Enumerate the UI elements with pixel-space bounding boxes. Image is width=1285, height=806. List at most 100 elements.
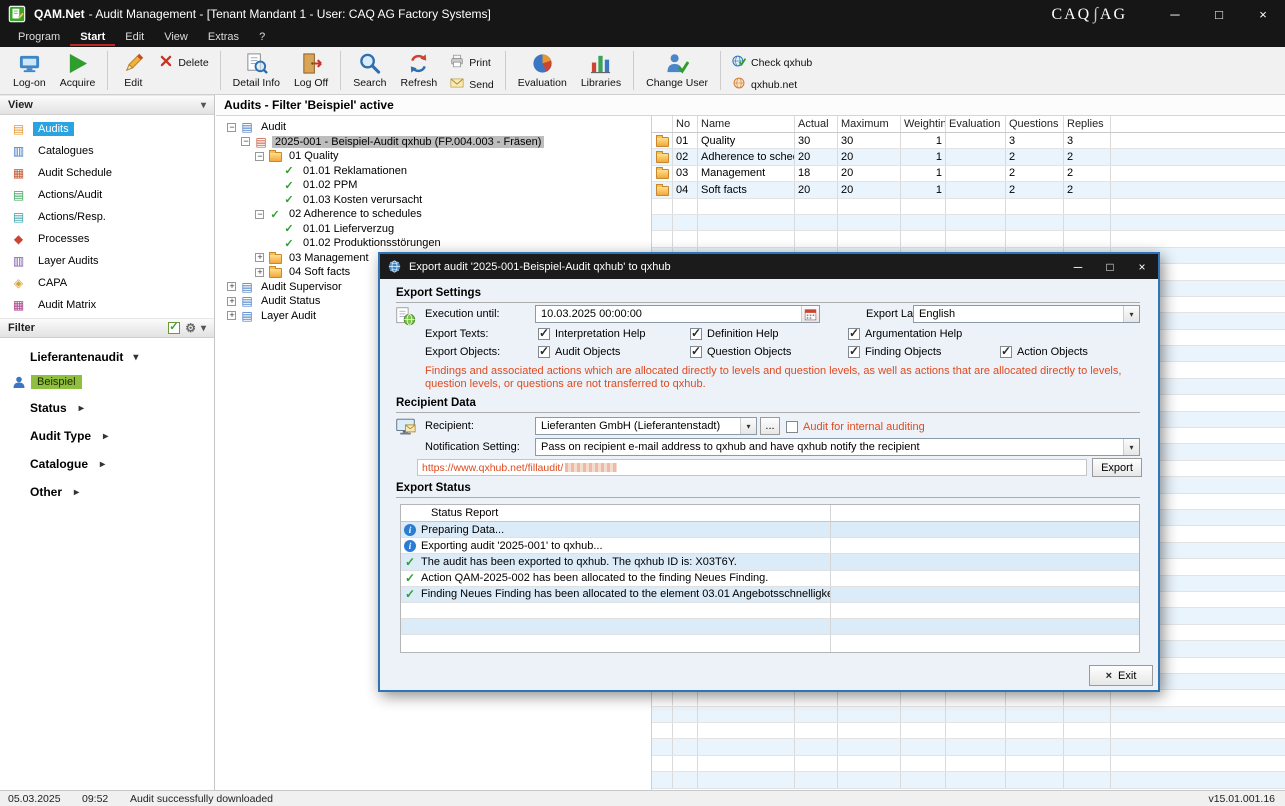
sidebar-item-actions-audit[interactable]: ▤ Actions/Audit — [0, 184, 214, 206]
tree-node-02-adherence[interactable]: 02 Adherence to schedules — [216, 207, 651, 222]
evaluation-button[interactable]: Evaluation — [511, 48, 574, 93]
filter-group-audit-type[interactable]: Audit Type ▸ — [0, 422, 214, 450]
menu-edit[interactable]: Edit — [115, 29, 154, 46]
execution-until-field[interactable]: 10.03.2025 00:00:00 — [535, 305, 820, 323]
check-qxhub-button[interactable]: Check qxhub — [732, 54, 812, 71]
table-row[interactable]: 01 Quality 30 30 1 3 3 — [652, 133, 1285, 149]
checkbox-interpretation-help[interactable]: Interpretation Help — [538, 326, 646, 342]
col-questions[interactable]: Questions — [1006, 116, 1064, 132]
log-off-button[interactable]: Log Off — [287, 48, 335, 93]
chevron-down-icon[interactable]: ▾ — [1123, 306, 1139, 322]
acquire-button[interactable]: Acquire — [53, 48, 103, 93]
sidebar-item-audit-schedule[interactable]: ▦ Audit Schedule — [0, 162, 214, 184]
expander-plus-icon[interactable] — [255, 253, 264, 262]
col-no[interactable]: No — [673, 116, 698, 132]
edit-button[interactable]: Edit — [113, 48, 153, 93]
notification-setting-select[interactable]: Pass on recipient e-mail address to qxhu… — [535, 438, 1140, 456]
expander-plus-icon[interactable] — [227, 297, 236, 306]
table-row[interactable]: 02 Adherence to schedules 20 20 1 2 2 — [652, 149, 1285, 165]
col-actual[interactable]: Actual — [795, 116, 838, 132]
filter-panel-header[interactable]: Filter ⚙ ▾ — [0, 318, 214, 338]
qxhub-url[interactable]: https://www.qxhub.net/fillaudit/ — [422, 462, 563, 474]
qxhub-net-button[interactable]: qxhub.net — [732, 76, 812, 93]
checkbox-internal-audit[interactable]: Audit for internal auditing — [786, 419, 925, 435]
chevron-down-icon[interactable]: ▾ — [740, 418, 756, 434]
tree-node-reklamationen[interactable]: 01.01 Reklamationen — [216, 164, 651, 179]
sidebar-item-audits[interactable]: ▤ Audits — [0, 118, 214, 140]
close-button[interactable]: × — [1241, 0, 1285, 28]
chevron-down-icon[interactable]: ▾ — [201, 323, 206, 334]
col-weighting[interactable]: Weighting — [901, 116, 946, 132]
tree-node-ppm[interactable]: 01.02 PPM — [216, 178, 651, 193]
menu-extras[interactable]: Extras — [198, 29, 249, 46]
col-maximum[interactable]: Maximum — [838, 116, 901, 132]
chevron-down-icon[interactable]: ▾ — [201, 100, 206, 111]
tree-node-2025-001[interactable]: ▤ 2025-001 - Beispiel-Audit qxhub (FP.00… — [216, 135, 651, 150]
libraries-button[interactable]: Libraries — [574, 48, 628, 93]
col-evaluation[interactable]: Evaluation — [946, 116, 1006, 132]
dialog-maximize-button[interactable]: □ — [1094, 254, 1126, 279]
view-panel-header[interactable]: View ▾ — [0, 95, 214, 115]
expander-plus-icon[interactable] — [255, 268, 264, 277]
export-language-select[interactable]: English ▾ — [913, 305, 1140, 323]
detail-info-button[interactable]: Detail Info — [226, 48, 287, 93]
tree-node-audit[interactable]: ▤ Audit — [216, 120, 651, 135]
recipient-browse-button[interactable]: ... — [760, 417, 780, 435]
filter-selected-beispiel[interactable]: Beispiel — [0, 370, 214, 394]
expander-plus-icon[interactable] — [227, 311, 236, 320]
expander-minus-icon[interactable] — [255, 210, 264, 219]
gear-icon[interactable]: ⚙ — [185, 322, 196, 334]
tree-node-lieferverzug[interactable]: 01.01 Lieferverzug — [216, 222, 651, 237]
sidebar-item-actions-resp[interactable]: ▤ Actions/Resp. — [0, 206, 214, 228]
menu-start[interactable]: Start — [70, 29, 115, 46]
col-replies[interactable]: Replies — [1064, 116, 1111, 132]
filter-group-status[interactable]: Status ▸ — [0, 394, 214, 422]
menu-view[interactable]: View — [154, 29, 198, 46]
sidebar-item-layer-audits[interactable]: ▥ Layer Audits — [0, 250, 214, 272]
chevron-down-icon[interactable]: ▾ — [1123, 439, 1139, 455]
send-button[interactable]: Send — [450, 76, 494, 93]
filter-group-other[interactable]: Other ▸ — [0, 478, 214, 506]
logon-button[interactable]: Log-on — [6, 48, 53, 93]
checkbox-audit-objects[interactable]: Audit Objects — [538, 344, 620, 360]
tree-node-produktionsstoerungen[interactable]: 01.02 Produktionsstörungen — [216, 236, 651, 251]
tree-node-01-quality[interactable]: 01 Quality — [216, 149, 651, 164]
filter-type-dropdown[interactable]: Lieferantenaudit ▾ — [0, 344, 214, 370]
expander-plus-icon[interactable] — [227, 282, 236, 291]
sidebar-item-capa[interactable]: ◈ CAPA — [0, 272, 214, 294]
sidebar-item-processes[interactable]: ◆ Processes — [0, 228, 214, 250]
menu-help[interactable]: ? — [249, 29, 275, 46]
export-url-button[interactable]: Export — [1092, 458, 1142, 477]
change-user-button[interactable]: Change User — [639, 48, 715, 93]
expander-minus-icon[interactable] — [255, 152, 264, 161]
dialog-titlebar[interactable]: Export audit '2025-001-Beispiel-Audit qx… — [380, 254, 1158, 279]
sidebar-item-audit-matrix[interactable]: ▦ Audit Matrix — [0, 294, 214, 316]
expander-minus-icon[interactable] — [241, 137, 250, 146]
minimize-button[interactable]: ─ — [1153, 0, 1197, 28]
table-row[interactable]: 03 Management 18 20 1 2 2 — [652, 166, 1285, 182]
checkbox-question-objects[interactable]: Question Objects — [690, 344, 791, 360]
checkbox-finding-objects[interactable]: Finding Objects — [848, 344, 941, 360]
recipient-select[interactable]: Lieferanten GmbH (Lieferantenstadt) ▾ — [535, 417, 757, 435]
tree-node-kosten[interactable]: 01.03 Kosten verursacht — [216, 193, 651, 208]
menu-program[interactable]: Program — [8, 29, 70, 46]
checkbox-argumentation-help[interactable]: Argumentation Help — [848, 326, 962, 342]
exit-button[interactable]: × Exit — [1089, 665, 1153, 686]
table-row[interactable]: 04 Soft facts 20 20 1 2 2 — [652, 182, 1285, 198]
calendar-icon[interactable] — [801, 306, 819, 322]
print-button[interactable]: Print — [450, 54, 494, 71]
col-name[interactable]: Name — [698, 116, 795, 132]
maximize-button[interactable]: □ — [1197, 0, 1241, 28]
filter-active-checkbox-icon[interactable] — [168, 322, 180, 334]
checkbox-definition-help[interactable]: Definition Help — [690, 326, 779, 342]
filter-group-catalogue[interactable]: Catalogue ▸ — [0, 450, 214, 478]
expander-minus-icon[interactable] — [227, 123, 236, 132]
refresh-button[interactable]: Refresh — [393, 48, 444, 93]
dialog-minimize-button[interactable]: ─ — [1062, 254, 1094, 279]
sidebar-item-catalogues[interactable]: ▥ Catalogues — [0, 140, 214, 162]
search-button[interactable]: Search — [346, 48, 393, 93]
dialog-close-button[interactable]: × — [1126, 254, 1158, 279]
delete-button[interactable]: Delete — [159, 54, 208, 71]
checkbox-action-objects[interactable]: Action Objects — [1000, 344, 1088, 360]
qxhub-url-field[interactable]: https://www.qxhub.net/fillaudit/ — [417, 459, 1087, 476]
